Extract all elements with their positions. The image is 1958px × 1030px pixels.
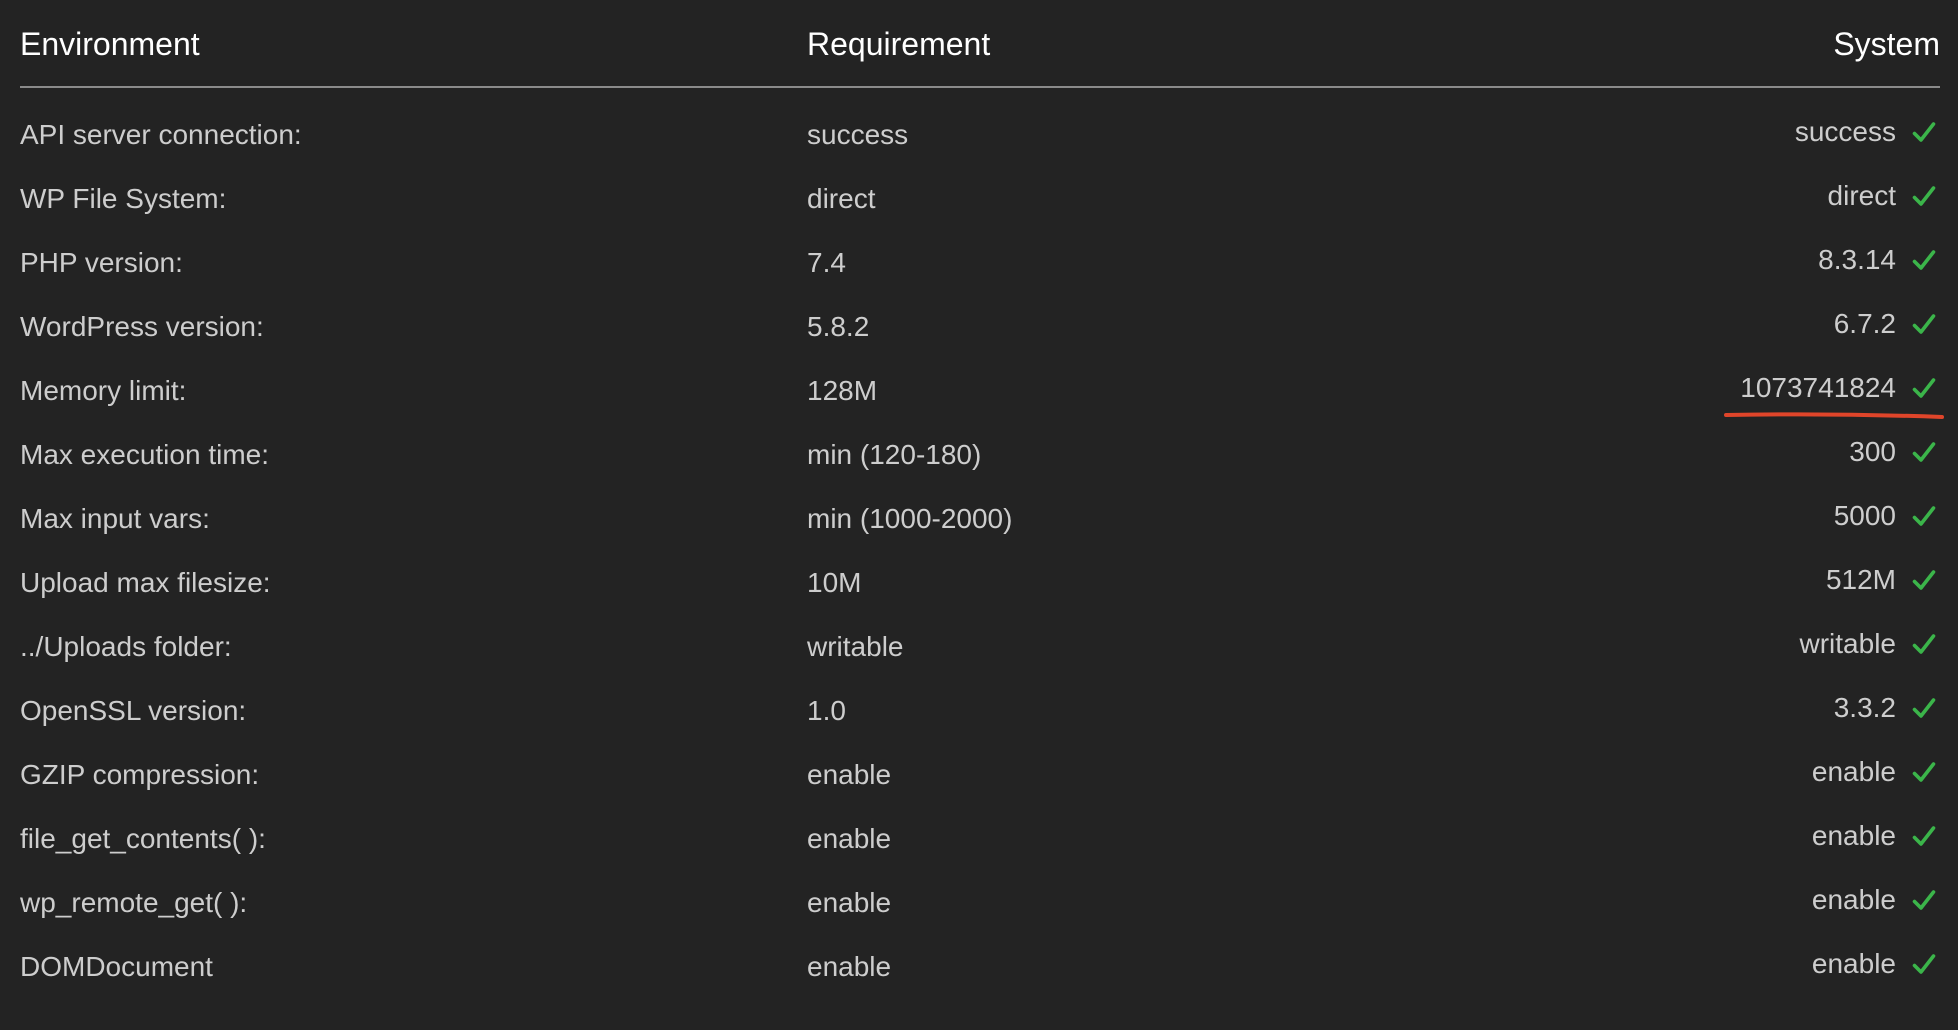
table-row: Memory limit: 128M 1073741824	[20, 359, 1945, 423]
table-header: Environment Requirement System	[20, 16, 1940, 88]
system-cell: 5000	[1834, 498, 1940, 534]
environment-cell: WP File System:	[20, 183, 227, 214]
check-icon	[1912, 248, 1936, 272]
column-header-requirement: Requirement	[807, 26, 991, 62]
system-value: 6.7.2	[1833, 308, 1896, 339]
system-value: success	[1794, 116, 1896, 147]
table-row: GZIP compression: enable enable	[20, 743, 1940, 807]
environment-cell: PHP version:	[20, 247, 183, 278]
requirement-cell: enable	[807, 759, 892, 790]
environment-cell: OpenSSL version:	[20, 695, 247, 726]
system-cell: 512M	[1826, 562, 1940, 598]
check-icon	[1912, 760, 1936, 784]
environment-cell: Memory limit:	[20, 375, 187, 406]
requirement-cell: enable	[807, 887, 892, 918]
check-icon	[1912, 952, 1936, 976]
table-row: DOMDocument enable enable	[20, 935, 1940, 999]
requirement-cell: writable	[807, 631, 904, 662]
environment-cell: Upload max filesize:	[20, 567, 271, 598]
system-cell: 8.3.14	[1818, 242, 1940, 278]
requirement-cell: 1.0	[807, 695, 846, 726]
environment-cell: file_get_contents( ):	[20, 823, 266, 854]
check-icon	[1912, 696, 1936, 720]
check-icon	[1912, 184, 1936, 208]
requirement-cell: min (120-180)	[807, 439, 982, 470]
requirement-cell: enable	[807, 951, 892, 982]
system-cell: enable	[1812, 754, 1940, 790]
environment-cell: API server connection:	[20, 119, 302, 150]
system-cell: writable	[1800, 626, 1940, 662]
table-row: Max execution time: min (120-180) 300	[20, 423, 1940, 487]
system-cell: 1073741824	[1724, 370, 1945, 419]
system-value: writable	[1799, 628, 1896, 659]
environment-cell: GZIP compression:	[20, 759, 260, 790]
table-body: API server connection: success success W…	[20, 103, 1945, 999]
system-value: enable	[1811, 820, 1896, 851]
table-row: wp_remote_get( ): enable enable	[20, 871, 1940, 935]
requirement-cell: success	[807, 119, 909, 150]
check-icon	[1912, 632, 1936, 656]
system-value: 8.3.14	[1818, 244, 1896, 275]
table-row: file_get_contents( ): enable enable	[20, 807, 1940, 871]
system-cell: 3.3.2	[1834, 690, 1940, 726]
check-icon	[1912, 824, 1936, 848]
system-value: direct	[1827, 180, 1896, 211]
system-cell: 6.7.2	[1834, 306, 1940, 342]
environment-cell: wp_remote_get( ):	[20, 887, 248, 918]
system-value: enable	[1811, 948, 1896, 979]
system-value: enable	[1811, 884, 1896, 915]
requirement-cell: 128M	[807, 375, 878, 406]
environment-cell: ../Uploads folder:	[20, 631, 232, 662]
system-cell: enable	[1812, 818, 1940, 854]
environment-cell: Max execution time:	[20, 439, 269, 470]
table-row: PHP version: 7.4 8.3.14	[20, 231, 1940, 295]
system-value: 1073741824	[1724, 370, 1945, 419]
requirement-cell: min (1000-2000)	[807, 503, 1013, 534]
table-row: Max input vars: min (1000-2000) 5000	[20, 487, 1940, 551]
check-icon	[1912, 504, 1936, 528]
system-cell: enable	[1812, 946, 1940, 982]
check-icon	[1912, 888, 1936, 912]
requirement-cell: direct	[807, 183, 876, 214]
check-icon	[1912, 376, 1936, 400]
table-row: Upload max filesize: 10M 512M	[20, 551, 1940, 615]
system-cell: direct	[1828, 178, 1940, 214]
requirement-cell: enable	[807, 823, 892, 854]
table-row: API server connection: success success	[20, 103, 1940, 167]
check-icon	[1912, 120, 1936, 144]
check-icon	[1912, 312, 1936, 336]
table-row: WordPress version: 5.8.2 6.7.2	[20, 295, 1940, 359]
environment-cell: Max input vars:	[20, 503, 210, 534]
red-underline-annotation	[1724, 412, 1945, 419]
system-value: enable	[1811, 756, 1896, 787]
system-value: 512M	[1825, 564, 1896, 595]
column-header-system: System	[1833, 26, 1940, 62]
table-row: ../Uploads folder: writable writable	[20, 615, 1940, 679]
system-value: 3.3.2	[1833, 692, 1896, 723]
system-cell: 300	[1849, 434, 1940, 470]
system-cell: success	[1795, 114, 1940, 150]
environment-cell: WordPress version:	[20, 311, 264, 342]
requirement-cell: 5.8.2	[807, 311, 870, 342]
requirement-cell: 10M	[807, 567, 862, 598]
system-value: 300	[1849, 436, 1896, 467]
column-header-environment: Environment	[20, 26, 200, 62]
table-row: OpenSSL version: 1.0 3.3.2	[20, 679, 1940, 743]
table-row: WP File System: direct direct	[20, 167, 1940, 231]
system-cell: enable	[1812, 882, 1940, 918]
requirement-cell: 7.4	[807, 247, 846, 278]
check-icon	[1912, 568, 1936, 592]
system-value: 5000	[1833, 500, 1896, 531]
environment-check-panel: Environment Requirement System API serve…	[0, 0, 1958, 1030]
check-icon	[1912, 440, 1936, 464]
environment-cell: DOMDocument	[20, 951, 213, 982]
